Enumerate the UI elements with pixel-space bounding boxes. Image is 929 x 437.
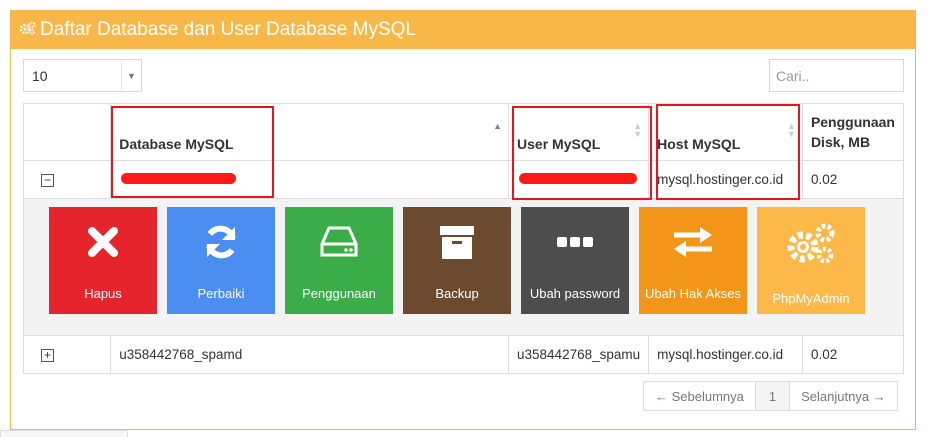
action-label: Penggunaan	[302, 286, 376, 301]
action-label: Ubah password	[529, 286, 621, 301]
sort-icon[interactable]: ▲	[493, 122, 502, 131]
page-size-value: 10	[32, 67, 48, 84]
hard-drive-icon	[319, 221, 359, 262]
panel-title: Daftar Database dan User Database MySQL	[40, 19, 416, 40]
column-label: Penggunaan Disk, MB	[810, 114, 895, 150]
table-row: + u358442768_spamd u358442768_spamu mysq…	[22, 335, 905, 374]
highlight-box	[512, 106, 652, 200]
dots-icon	[555, 221, 595, 262]
phpmyadmin-button[interactable]: PhpMyAdmin	[757, 207, 865, 314]
panel-header: Daftar Database dan User Database MySQL	[11, 11, 915, 49]
user-cell: u358442768_spamu	[508, 335, 650, 374]
change-password-button[interactable]: Ubah password	[521, 207, 629, 314]
gears-icon	[785, 221, 837, 267]
chevron-down-icon[interactable]: ▼	[121, 60, 141, 91]
host-cell: mysql.hostinger.co.id	[648, 335, 803, 374]
search-placeholder: Cari..	[776, 67, 810, 84]
swap-arrows-icon	[670, 221, 716, 262]
column-header-disk[interactable]: Penggunaan Disk, MB	[801, 103, 905, 161]
toggle-column-header	[22, 103, 112, 161]
action-label: Perbaiki	[197, 286, 245, 301]
refresh-icon	[201, 221, 241, 262]
action-label: PhpMyAdmin	[772, 291, 850, 306]
close-icon	[86, 221, 120, 262]
usage-button[interactable]: Penggunaan	[285, 207, 393, 314]
current-page-number[interactable]: 1	[755, 382, 791, 410]
page-size-select[interactable]: 10 ▼	[23, 59, 142, 92]
collapse-icon[interactable]: −	[41, 173, 54, 187]
bottom-tab-strip	[0, 430, 128, 437]
gears-icon	[19, 19, 36, 41]
action-cell: Hapus Perbaiki Penggunaan Backup Ubah pa…	[23, 198, 904, 336]
database-panel: Daftar Database dan User Database MySQL …	[10, 10, 916, 430]
highlight-box	[656, 104, 800, 200]
row-toggle-cell: −	[22, 160, 112, 199]
database-cell: u358442768_spamd	[110, 335, 510, 374]
archive-box-icon	[438, 221, 476, 262]
search-input[interactable]: Cari..	[769, 59, 904, 92]
action-label: Backup	[435, 286, 479, 301]
delete-button[interactable]: Hapus	[49, 207, 157, 314]
backup-button[interactable]: Backup	[403, 207, 511, 314]
repair-button[interactable]: Perbaiki	[167, 207, 275, 314]
row-toggle-cell: +	[22, 335, 112, 374]
disk-cell: 0.02	[801, 160, 905, 199]
action-label: Ubah Hak Akses	[644, 286, 742, 301]
previous-page-button[interactable]: ← Sebelumnya	[644, 382, 756, 410]
disk-cell: 0.02	[801, 335, 905, 374]
pagination: ← Sebelumnya 1 Selanjutnya →	[643, 381, 898, 411]
action-label: Hapus	[84, 286, 122, 301]
highlight-box	[111, 106, 274, 198]
change-privileges-button[interactable]: Ubah Hak Akses	[639, 207, 747, 314]
action-tiles: Hapus Perbaiki Penggunaan Backup Ubah pa…	[24, 199, 903, 335]
next-page-button[interactable]: Selanjutnya →	[790, 382, 897, 410]
expand-icon[interactable]: +	[41, 348, 54, 362]
action-row: Hapus Perbaiki Penggunaan Backup Ubah pa…	[23, 198, 904, 336]
